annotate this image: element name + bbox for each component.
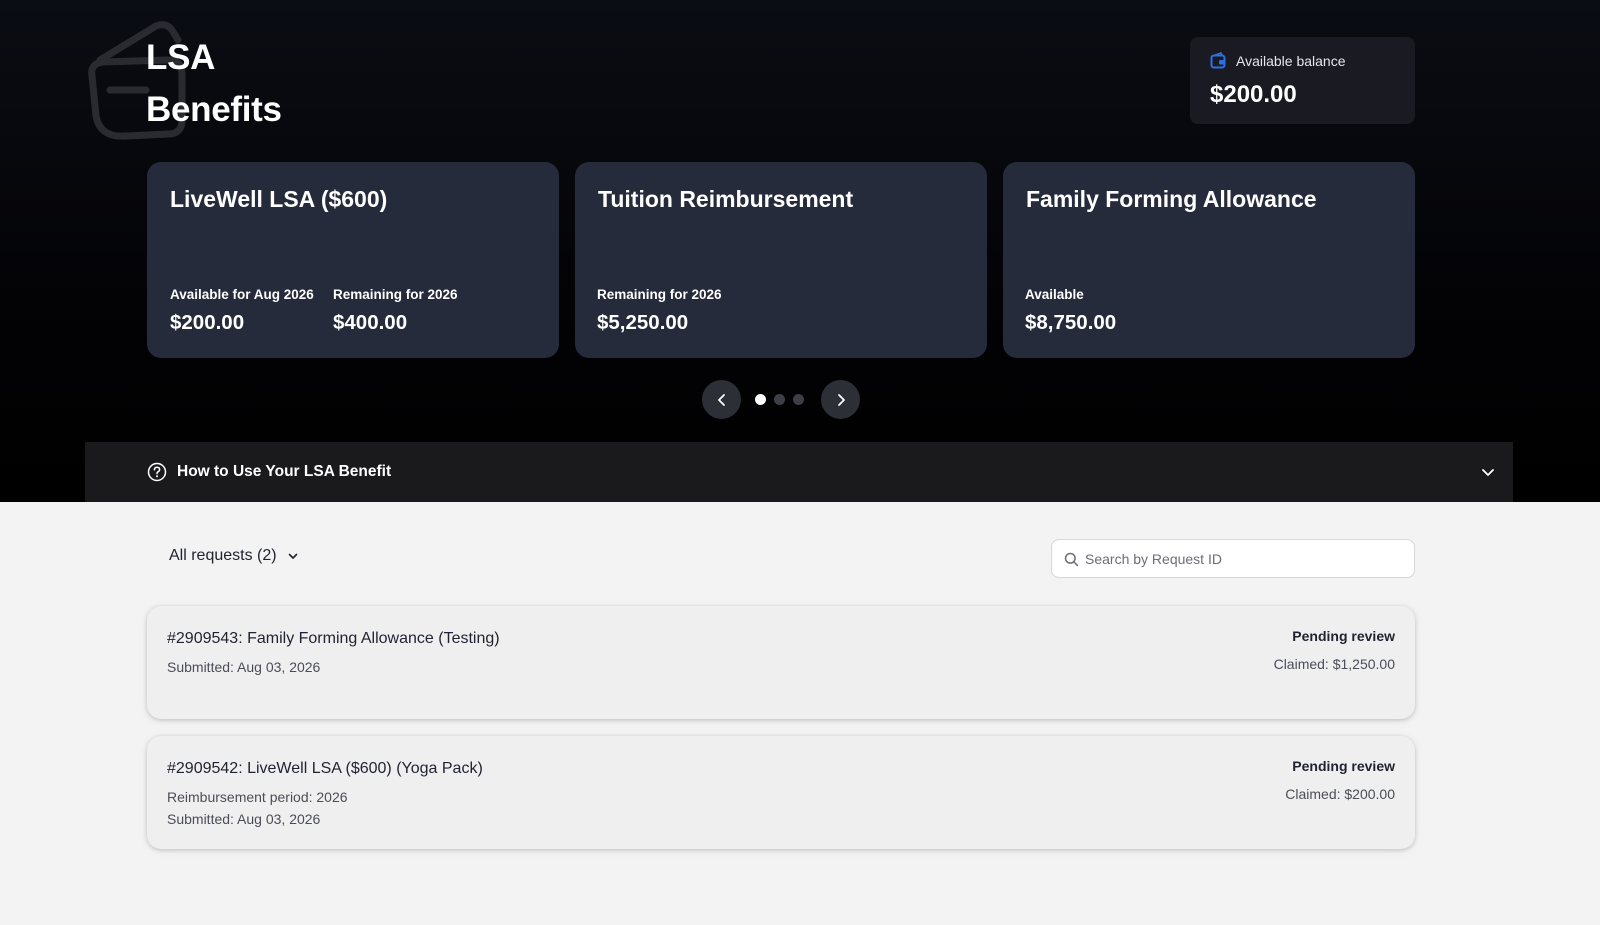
carousel-dot-1[interactable] <box>755 394 766 405</box>
request-status: Pending review <box>1292 758 1395 774</box>
carousel-navigation <box>702 380 860 420</box>
available-balance-amount: $200.00 <box>1210 81 1297 108</box>
available-balance-card: Available balance $200.00 <box>1190 37 1415 124</box>
request-card[interactable]: #2909543: Family Forming Allowance (Test… <box>147 606 1415 719</box>
chevron-down-icon <box>288 553 297 559</box>
benefit-card-tuition[interactable]: Tuition Reimbursement Remaining for 2026… <box>575 162 987 358</box>
request-submitted-date: Submitted: Aug 03, 2026 <box>167 811 321 827</box>
benefit-stat: Remaining for 2026 $400.00 <box>333 287 458 335</box>
search-input[interactable] <box>1085 548 1405 570</box>
chevron-right-icon <box>837 393 845 406</box>
request-title: #2909542: LiveWell LSA ($600) (Yoga Pack… <box>167 760 483 777</box>
benefit-name: LiveWell LSA ($600) <box>170 186 388 212</box>
carousel-dot-2[interactable] <box>774 394 785 405</box>
request-claimed-amount: Claimed: $200.00 <box>1285 786 1395 802</box>
request-submitted-date: Submitted: Aug 03, 2026 <box>167 659 321 675</box>
request-title: #2909543: Family Forming Allowance (Test… <box>167 630 500 647</box>
carousel-prev-button[interactable] <box>702 380 741 419</box>
how-to-use-label: How to Use Your LSA Benefit <box>177 463 392 480</box>
benefit-name: Family Forming Allowance <box>1026 186 1317 212</box>
request-reimbursement-period: Reimbursement period: 2026 <box>167 789 348 805</box>
benefit-stat-value: $8,750.00 <box>1025 311 1117 334</box>
benefit-stat-label: Remaining for 2026 <box>333 287 458 302</box>
benefit-stat-value: $400.00 <box>333 311 408 334</box>
search-icon <box>1064 552 1079 567</box>
help-circle-icon <box>147 462 167 482</box>
benefit-stat-value: $5,250.00 <box>597 311 689 334</box>
hero-banner: LSA Benefits Available balance $200.00 L… <box>0 0 1600 502</box>
benefit-stat-label: Remaining for 2026 <box>597 287 722 302</box>
benefit-card-livewell[interactable]: LiveWell LSA ($600) Available for Aug 20… <box>147 162 559 358</box>
how-to-use-accordion[interactable]: How to Use Your LSA Benefit <box>85 442 1513 502</box>
request-status: Pending review <box>1292 628 1395 644</box>
benefit-stat: Available for Aug 2026 $200.00 <box>170 287 314 335</box>
chevron-down-icon <box>1482 469 1494 476</box>
benefit-stat: Remaining for 2026 $5,250.00 <box>597 287 722 335</box>
chevron-left-icon <box>717 393 725 406</box>
wallet-icon <box>1210 52 1226 69</box>
carousel-next-button[interactable] <box>821 380 860 419</box>
page-title: LSA Benefits <box>146 32 282 136</box>
requests-filter-dropdown[interactable]: All requests (2) <box>169 547 299 565</box>
benefit-name: Tuition Reimbursement <box>598 186 854 212</box>
request-claimed-amount: Claimed: $1,250.00 <box>1273 656 1395 672</box>
page-title-line1: LSA <box>146 38 216 77</box>
search-box <box>1051 539 1415 578</box>
benefit-card-family-forming[interactable]: Family Forming Allowance Available $8,75… <box>1003 162 1415 358</box>
benefit-stat-label: Available <box>1025 287 1084 302</box>
page-title-line2: Benefits <box>146 90 282 129</box>
requests-filter-label: All requests (2) <box>169 547 277 564</box>
benefit-stat-value: $200.00 <box>170 311 245 334</box>
benefit-stat-label: Available for Aug 2026 <box>170 287 314 302</box>
available-balance-label: Available balance <box>1236 52 1346 69</box>
request-card[interactable]: #2909542: LiveWell LSA ($600) (Yoga Pack… <box>147 736 1415 849</box>
benefit-stat: Available $8,750.00 <box>1025 287 1116 335</box>
carousel-dot-3[interactable] <box>793 394 804 405</box>
